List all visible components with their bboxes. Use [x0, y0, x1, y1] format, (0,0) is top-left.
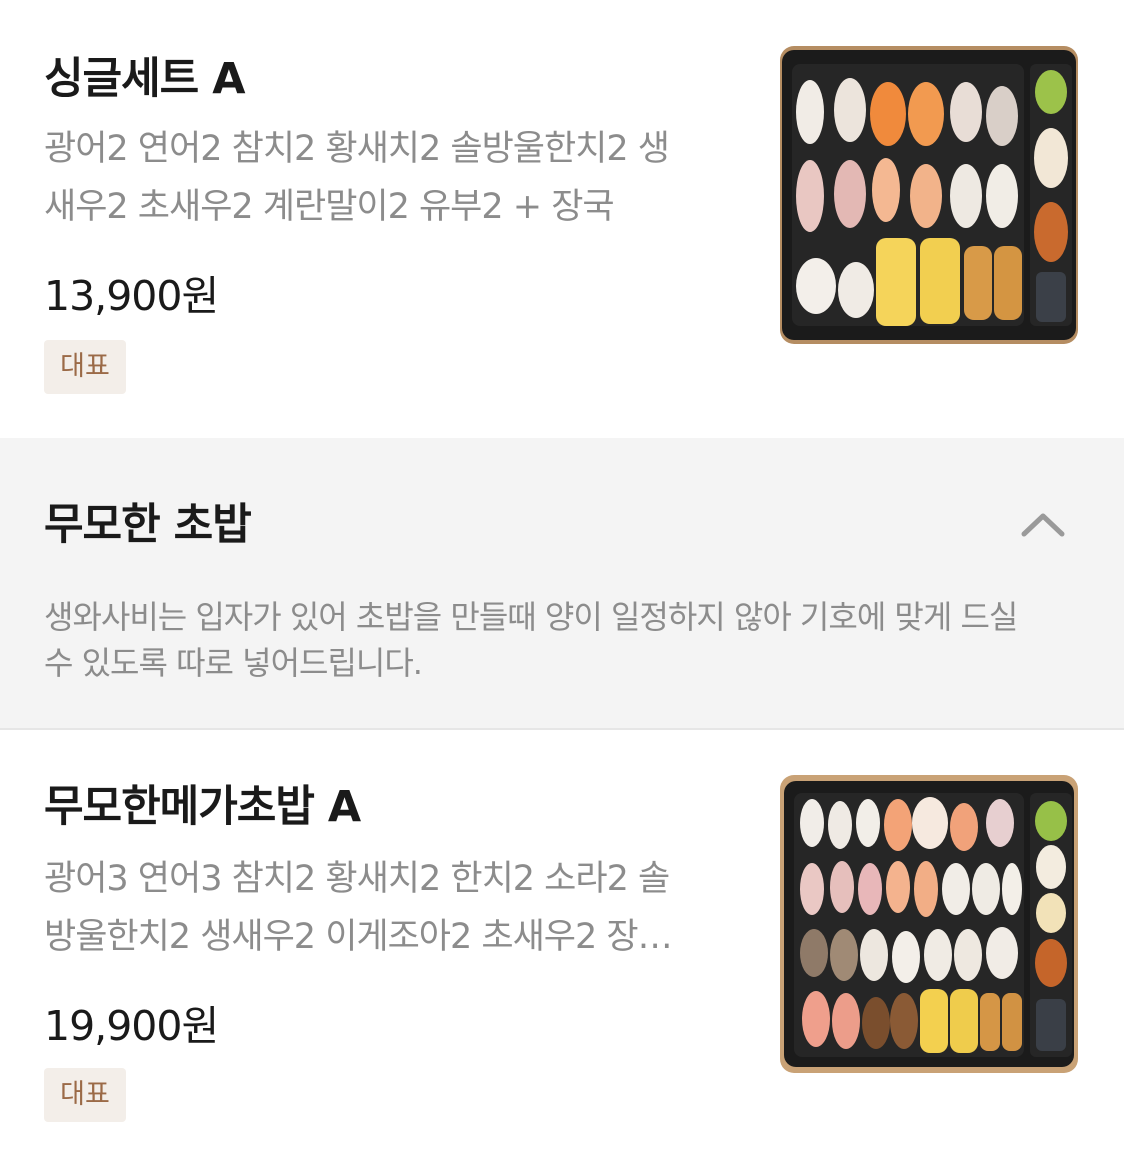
description-line: 광어3 연어3 참치2 황새치2 한치2 소라2 솔 [44, 859, 670, 899]
description-line: 생와사비는 입자가 있어 초밥을 만들때 양이 일정하지 않아 기호에 맞게 드… [44, 598, 1018, 636]
sushi-mega-set-photo[interactable] [780, 775, 1078, 1073]
signature-badge: 대표 [44, 340, 126, 394]
menu-item-name: 싱글세트 A [44, 54, 245, 104]
chevron-up-icon[interactable] [1018, 506, 1068, 542]
description-line: 수 있도록 따로 넣어드립니다. [44, 644, 423, 682]
menu-item-price: 13,900원 [44, 272, 219, 320]
menu-item-name: 무모한메가초밥 A [44, 782, 361, 832]
description-line: 방울한치2 생새우2 이게조아2 초새우2 장… [44, 917, 673, 957]
menu-item-single-set-a[interactable]: 싱글세트 A 광어2 연어2 참치2 황새치2 솔방울한치2 생 새우2 초새우… [0, 0, 1124, 438]
signature-badge: 대표 [44, 1068, 126, 1122]
menu-item-description: 광어2 연어2 참치2 황새치2 솔방울한치2 생 새우2 초새우2 계란말이2… [44, 120, 744, 236]
menu-item-price: 19,900원 [44, 1002, 219, 1050]
section-description: 생와사비는 입자가 있어 초밥을 만들때 양이 일정하지 않아 기호에 맞게 드… [44, 594, 1084, 686]
description-line: 광어2 연어2 참치2 황새치2 솔방울한치2 생 [44, 129, 670, 169]
menu-item-description: 광어3 연어3 참치2 황새치2 한치2 소라2 솔 방울한치2 생새우2 이게… [44, 850, 744, 966]
description-line: 새우2 초새우2 계란말이2 유부2 + 장국 [44, 187, 615, 227]
sushi-set-photo[interactable] [780, 46, 1078, 344]
section-title: 무모한 초밥 [44, 500, 252, 550]
